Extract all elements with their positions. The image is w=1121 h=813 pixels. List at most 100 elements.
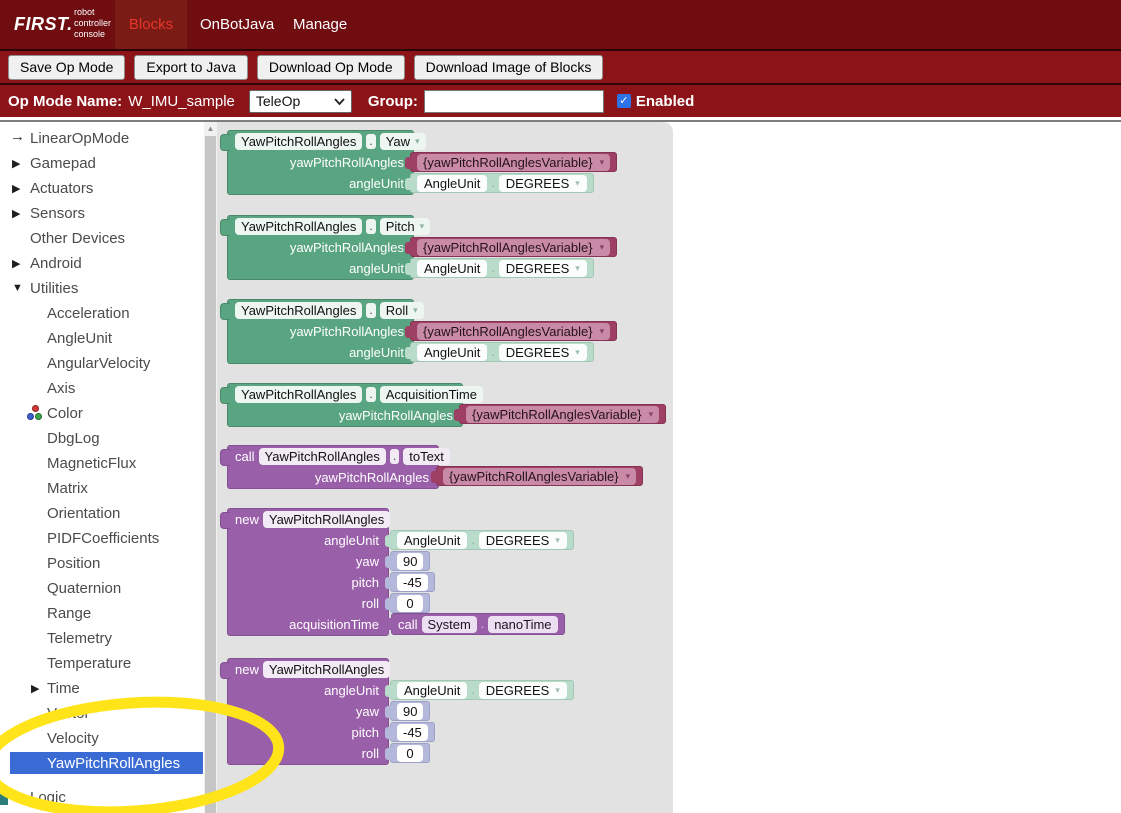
tab-blocks[interactable]: Blocks	[115, 0, 187, 49]
number-block-yaw[interactable]: 90	[390, 551, 430, 571]
sidebar-item-magneticflux[interactable]: MagneticFlux	[0, 451, 204, 476]
sidebar-item-color[interactable]: Color	[0, 401, 204, 426]
tab-onbotjava[interactable]: OnBotJava	[200, 0, 274, 49]
sidebar-item-actuators[interactable]: ▶ Actuators	[0, 176, 204, 201]
sidebar-item-matrix[interactable]: Matrix	[0, 476, 204, 501]
number-field[interactable]: 0	[397, 745, 423, 762]
group-input[interactable]	[424, 90, 604, 113]
variable-block[interactable]: {yawPitchRollAnglesVariable}▾	[410, 237, 617, 257]
enum-value-dropdown[interactable]: DEGREES▾	[479, 682, 567, 699]
number-block-roll[interactable]: 0	[390, 743, 430, 763]
sidebar-item-label: Telemetry	[47, 630, 112, 647]
variable-dropdown[interactable]: {yawPitchRollAnglesVariable}▾	[443, 468, 636, 485]
block-yawpitchrollangles-pitch[interactable]: YawPitchRollAngles . Pitch▾ yawPitchRoll…	[227, 215, 414, 280]
property-dropdown[interactable]: Pitch▾	[380, 218, 430, 235]
scrollbar-thumb[interactable]	[205, 136, 216, 813]
sidebar-item-telemetry[interactable]: Telemetry	[0, 626, 204, 651]
number-block-yaw[interactable]: 90	[390, 701, 430, 721]
sidebar-item-android[interactable]: ▶ Android	[0, 251, 204, 276]
sidebar-item-acceleration[interactable]: Acceleration	[0, 301, 204, 326]
variable-block[interactable]: {yawPitchRollAnglesVariable}▾	[436, 466, 643, 486]
variable-dropdown[interactable]: {yawPitchRollAnglesVariable}▾	[417, 239, 610, 256]
property-dropdown[interactable]: Roll▾	[380, 302, 424, 319]
download-image-of-blocks-button[interactable]: Download Image of Blocks	[414, 55, 604, 80]
dropdown-arrow-icon: ▾	[575, 347, 580, 358]
export-to-java-button[interactable]: Export to Java	[134, 55, 248, 80]
tab-manage[interactable]: Manage	[293, 0, 347, 49]
sidebar-item-sensors[interactable]: ▶ Sensors	[0, 201, 204, 226]
sidebar-item-orientation[interactable]: Orientation	[0, 501, 204, 526]
angleunit-enum-block[interactable]: AngleUnit . DEGREES▾	[410, 173, 594, 193]
enum-value-dropdown[interactable]: DEGREES▾	[499, 260, 587, 277]
variable-block[interactable]: {yawPitchRollAnglesVariable}▾	[410, 152, 617, 172]
sidebar-item-range[interactable]: Range	[0, 601, 204, 626]
property-dropdown[interactable]: Yaw▾	[380, 133, 426, 150]
download-op-mode-button[interactable]: Download Op Mode	[257, 55, 405, 80]
variable-dropdown[interactable]: {yawPitchRollAnglesVariable}▾	[417, 154, 610, 171]
sidebar-item-time[interactable]: ▶ Time	[0, 676, 204, 701]
block-new-yawpitchrollangles-4param[interactable]: new YawPitchRollAngles angleUnit yaw pit…	[227, 658, 389, 765]
sidebar-item-angularvelocity[interactable]: AngularVelocity	[0, 351, 204, 376]
enum-value-dropdown[interactable]: DEGREES▾	[479, 532, 567, 549]
number-block-roll[interactable]: 0	[390, 593, 430, 613]
number-block-pitch[interactable]: -45	[390, 572, 435, 592]
number-field[interactable]: 90	[397, 553, 423, 570]
block-call-yawpitchrollangles-totext[interactable]: call YawPitchRollAngles . toText yawPitc…	[227, 445, 439, 489]
object-field: YawPitchRollAngles	[235, 386, 362, 403]
number-field[interactable]: -45	[397, 724, 428, 741]
angleunit-enum-block[interactable]: AngleUnit . DEGREES▾	[390, 530, 574, 550]
block-yawpitchrollangles-yaw[interactable]: YawPitchRollAngles . Yaw▾ yawPitchRollAn…	[227, 130, 414, 195]
variable-dropdown[interactable]: {yawPitchRollAnglesVariable}▾	[417, 323, 610, 340]
block-yawpitchrollangles-acquisitiontime[interactable]: YawPitchRollAngles . AcquisitionTime yaw…	[227, 383, 463, 427]
output-connector-tab	[220, 387, 230, 404]
sidebar-item-linearopmode[interactable]: → LinearOpMode	[0, 126, 204, 151]
enum-class-field: AngleUnit	[417, 344, 487, 361]
enum-value-dropdown[interactable]: DEGREES▾	[499, 175, 587, 192]
sidebar-item-label: Actuators	[30, 180, 93, 197]
dropdown-arrow-icon: ▾	[420, 219, 425, 234]
sidebar-item-vector[interactable]: Vector	[0, 701, 204, 726]
sidebar-item-pidfcoefficients[interactable]: PIDFCoefficients	[0, 526, 204, 551]
block-new-yawpitchrollangles-5param[interactable]: new YawPitchRollAngles angleUnit yaw pit…	[227, 508, 389, 636]
sidebar-item-angleunit[interactable]: AngleUnit	[0, 326, 204, 351]
block-yawpitchrollangles-roll[interactable]: YawPitchRollAngles . Roll▾ yawPitchRollA…	[227, 299, 414, 364]
tree-icon	[27, 405, 43, 421]
save-op-mode-button[interactable]: Save Op Mode	[8, 55, 125, 80]
sidebar-item-velocity[interactable]: Velocity	[0, 726, 204, 751]
number-field[interactable]: 0	[397, 595, 423, 612]
block-call-system-nanotime[interactable]: call System . nanoTime	[391, 613, 565, 635]
sidebar-item-dbglog[interactable]: DbgLog	[0, 426, 204, 451]
sidebar-item-gamepad[interactable]: ▶ Gamepad	[0, 151, 204, 176]
dot-separator: .	[366, 219, 375, 234]
input-label: angleUnit	[228, 345, 413, 360]
brand-subtitle-line: robot	[74, 7, 111, 18]
sidebar-item-position[interactable]: Position	[0, 551, 204, 576]
sidebar-item-other-devices[interactable]: Other Devices	[0, 226, 204, 251]
enum-value-dropdown[interactable]: DEGREES▾	[499, 344, 587, 361]
dropdown-arrow-icon: ▾	[600, 157, 605, 168]
value-connector-tab	[454, 409, 461, 421]
sidebar-item-quaternion[interactable]: Quaternion	[0, 576, 204, 601]
angleunit-enum-block[interactable]: AngleUnit . DEGREES▾	[410, 258, 594, 278]
tree-icon: →	[10, 128, 25, 145]
number-field[interactable]: 90	[397, 703, 423, 720]
angleunit-enum-block[interactable]: AngleUnit . DEGREES▾	[390, 680, 574, 700]
scroll-up-icon[interactable]: ▲	[204, 122, 217, 136]
variable-block[interactable]: {yawPitchRollAnglesVariable}▾	[410, 321, 617, 341]
tree-icon: ▶	[12, 257, 20, 270]
number-block-pitch[interactable]: -45	[390, 722, 435, 742]
enabled-checkbox[interactable]: ✓	[617, 94, 631, 108]
number-field[interactable]: -45	[397, 574, 428, 591]
sidebar-item-logic[interactable]: Logic	[0, 785, 204, 810]
dot-separator: .	[366, 134, 375, 149]
sidebar-item-axis[interactable]: Axis	[0, 376, 204, 401]
sidebar-item-utilities[interactable]: ▼ Utilities	[0, 276, 204, 301]
first-logo: FIRST.	[14, 14, 73, 35]
sidebar-item-yawpitchrollangles[interactable]: YawPitchRollAngles	[0, 751, 204, 776]
sidebar-scrollbar[interactable]: ▲	[204, 122, 217, 813]
sidebar-item-temperature[interactable]: Temperature	[0, 651, 204, 676]
angleunit-enum-block[interactable]: AngleUnit . DEGREES▾	[410, 342, 594, 362]
flavor-select[interactable]: TeleOp	[249, 90, 352, 113]
variable-dropdown[interactable]: {yawPitchRollAnglesVariable}▾	[466, 406, 659, 423]
variable-block[interactable]: {yawPitchRollAnglesVariable}▾	[459, 404, 666, 424]
